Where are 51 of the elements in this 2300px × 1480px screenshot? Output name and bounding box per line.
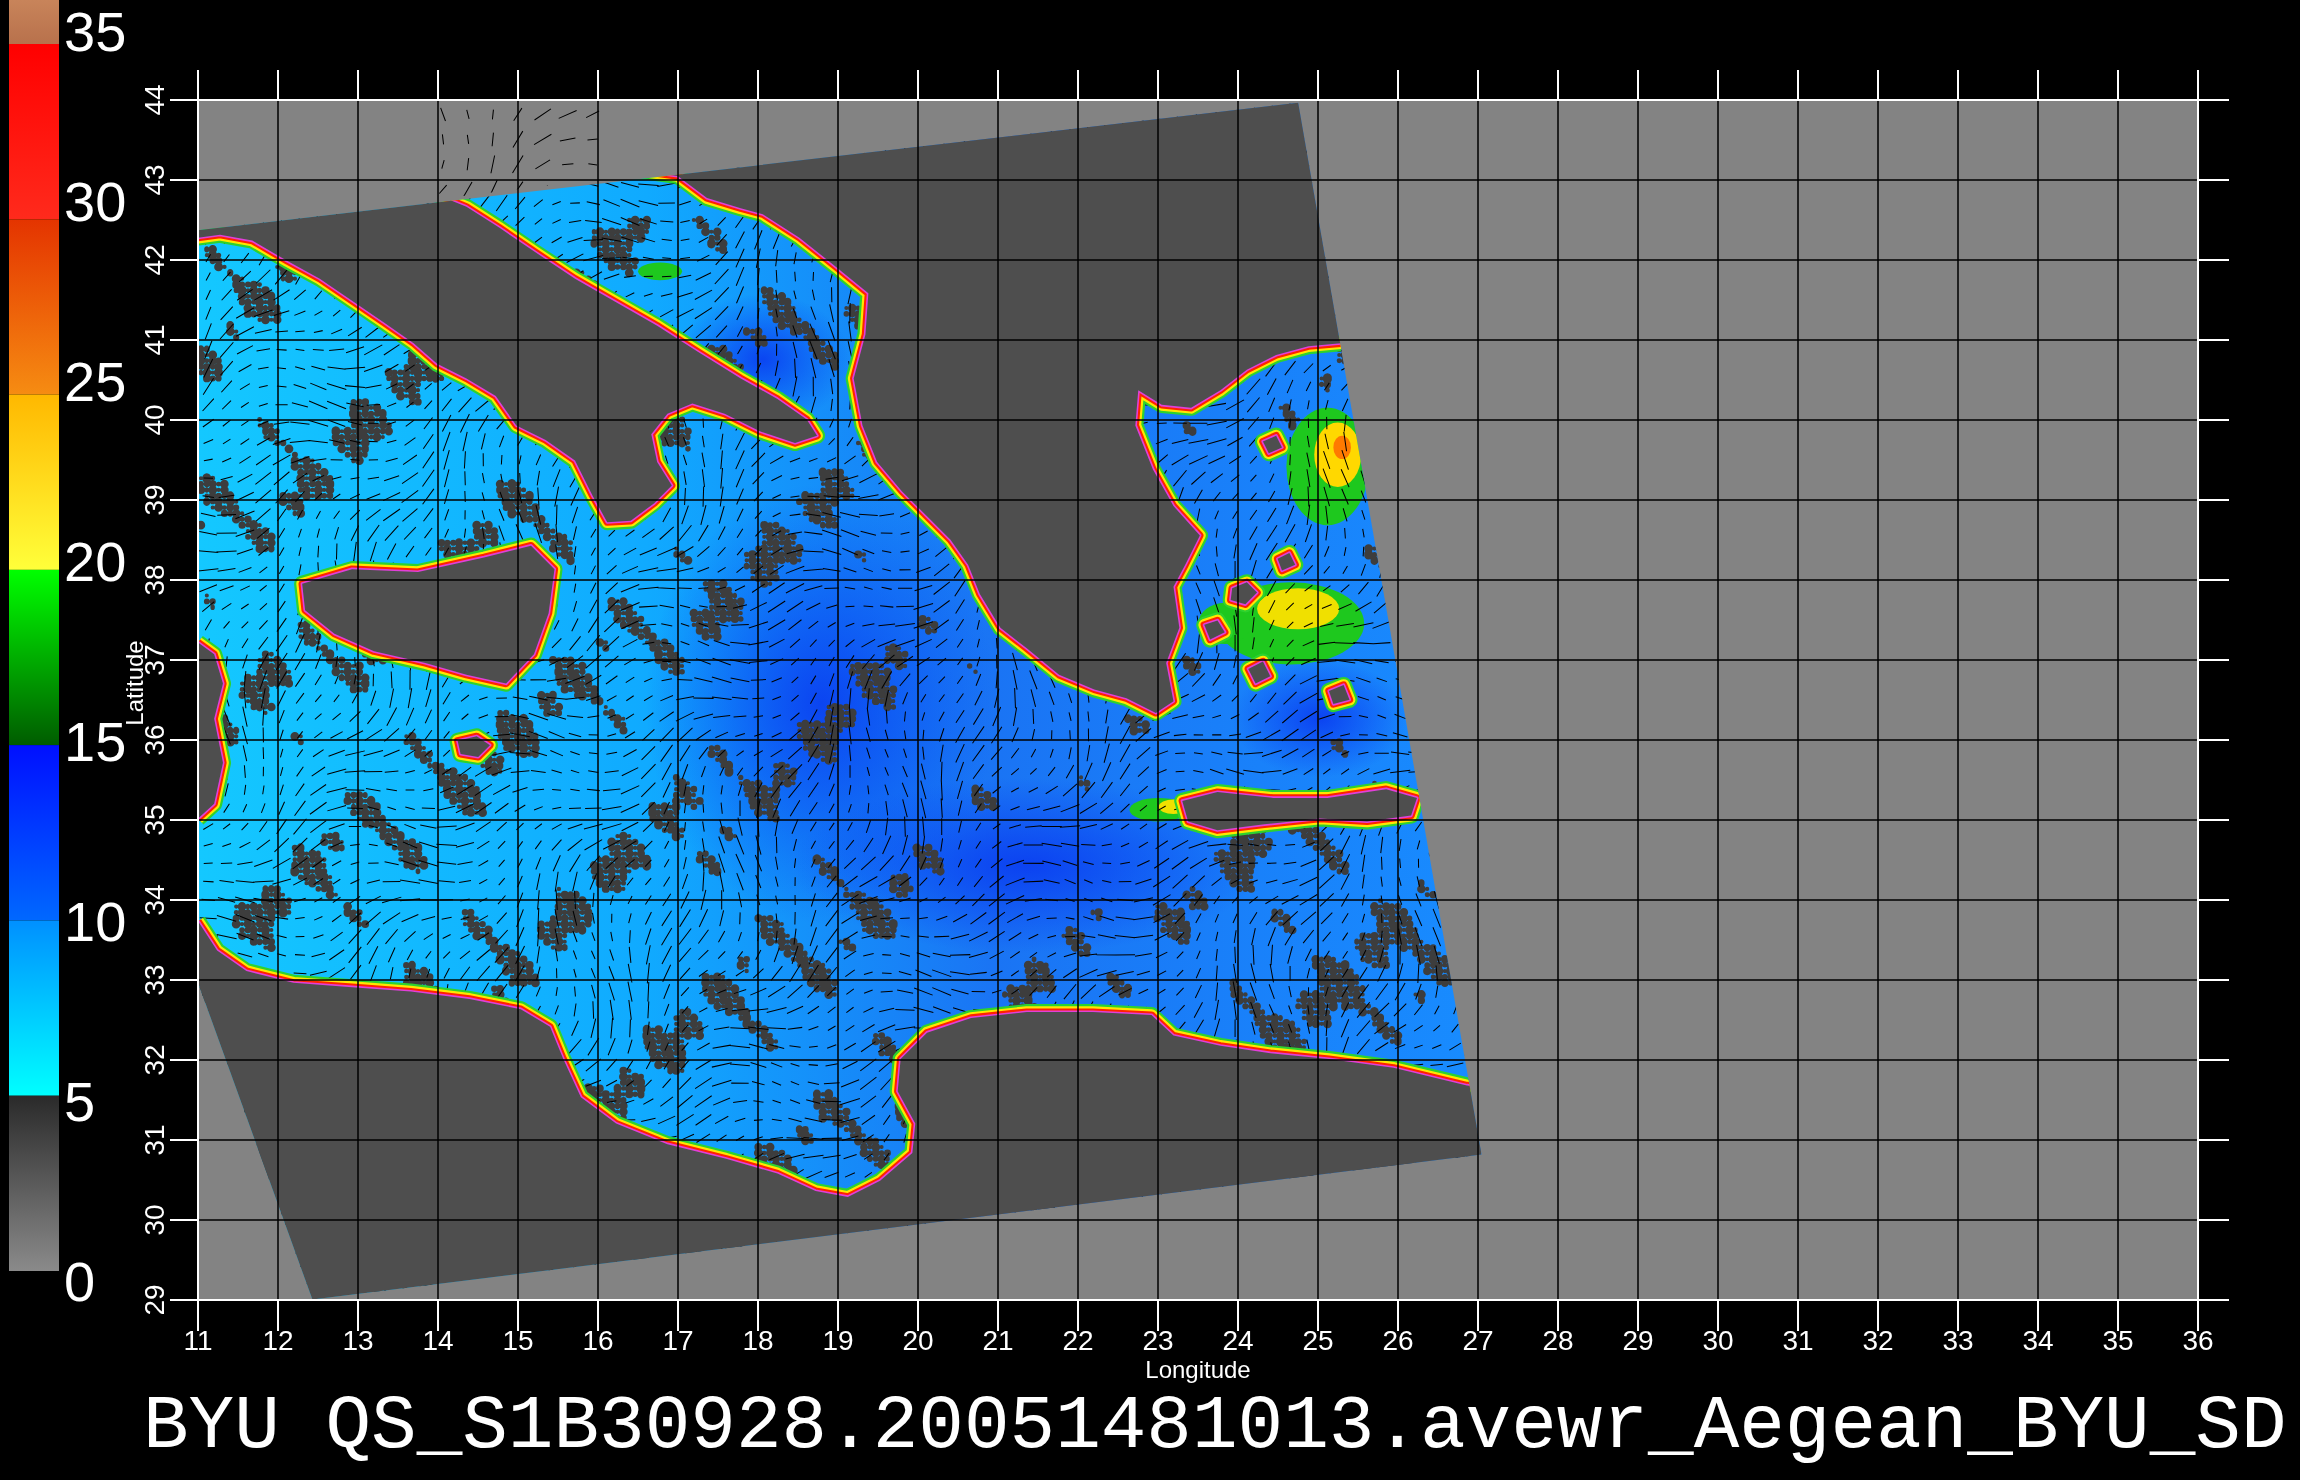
latitude-tick-label: 34: [139, 884, 170, 916]
longitude-tick-label: 27: [1462, 1325, 1494, 1356]
color-scale-label: 0: [64, 1250, 96, 1313]
color-scale-label: 35: [64, 0, 127, 63]
latitude-tick-label: 43: [139, 164, 170, 196]
longitude-tick-label: 36: [2182, 1325, 2214, 1356]
color-scale-label: 20: [64, 530, 127, 593]
latitude-tick-label: 33: [139, 964, 170, 996]
longitude-tick-label: 25: [1302, 1325, 1334, 1356]
latitude-tick-label: 30: [139, 1204, 170, 1236]
latitude-tick-label: 31: [139, 1124, 170, 1156]
latitude-tick-label: 40: [139, 404, 170, 436]
longitude-tick-label: 19: [822, 1325, 854, 1356]
latitude-tick-label: 44: [139, 84, 170, 116]
longitude-tick-label: 35: [2102, 1325, 2134, 1356]
longitude-tick-label: 15: [502, 1325, 534, 1356]
longitude-tick-label: 26: [1382, 1325, 1414, 1356]
plot-title: BYU QS_S1B30928.20051481013.avewr_Aegean_BYU_SD: [143, 1384, 2287, 1470]
longitude-tick-label: 33: [1942, 1325, 1974, 1356]
longitude-tick-label: 21: [982, 1325, 1014, 1356]
longitude-tick-label: 22: [1062, 1325, 1094, 1356]
longitude-tick-label: 16: [582, 1325, 614, 1356]
color-scale-label: 5: [64, 1070, 96, 1133]
latitude-tick-label: 35: [139, 804, 170, 836]
latitude-tick-label: 41: [139, 324, 170, 356]
latitude-tick-label: 42: [139, 244, 170, 276]
longitude-tick-label: 34: [2022, 1325, 2054, 1356]
longitude-tick-label: 28: [1542, 1325, 1574, 1356]
longitude-tick-label: 24: [1222, 1325, 1254, 1356]
longitude-tick-label: 14: [422, 1325, 454, 1356]
latitude-tick-label: 38: [139, 564, 170, 596]
latitude-tick-label: 29: [139, 1284, 170, 1316]
longitude-tick-label: 12: [262, 1325, 294, 1356]
longitude-tick-label: 17: [662, 1325, 694, 1356]
color-scale-label: 30: [64, 170, 127, 233]
color-scale-label: 15: [64, 710, 127, 773]
x-axis-title: Longitude: [1145, 1356, 1251, 1383]
longitude-tick-label: 32: [1862, 1325, 1894, 1356]
longitude-tick-label: 29: [1622, 1325, 1654, 1356]
longitude-tick-label: 31: [1782, 1325, 1814, 1356]
longitude-tick-label: 18: [742, 1325, 774, 1356]
longitude-tick-label: 23: [1142, 1325, 1174, 1356]
color-scale-label: 10: [64, 890, 127, 953]
latitude-tick-label: 39: [139, 484, 170, 516]
longitude-tick-label: 20: [902, 1325, 934, 1356]
color-scale-label: 25: [64, 350, 127, 413]
longitude-tick-label: 11: [183, 1325, 213, 1356]
latitude-tick-label: 36: [139, 724, 170, 756]
longitude-tick-label: 13: [342, 1325, 374, 1356]
longitude-tick-label: 30: [1702, 1325, 1734, 1356]
latitude-tick-label: 32: [139, 1044, 170, 1076]
